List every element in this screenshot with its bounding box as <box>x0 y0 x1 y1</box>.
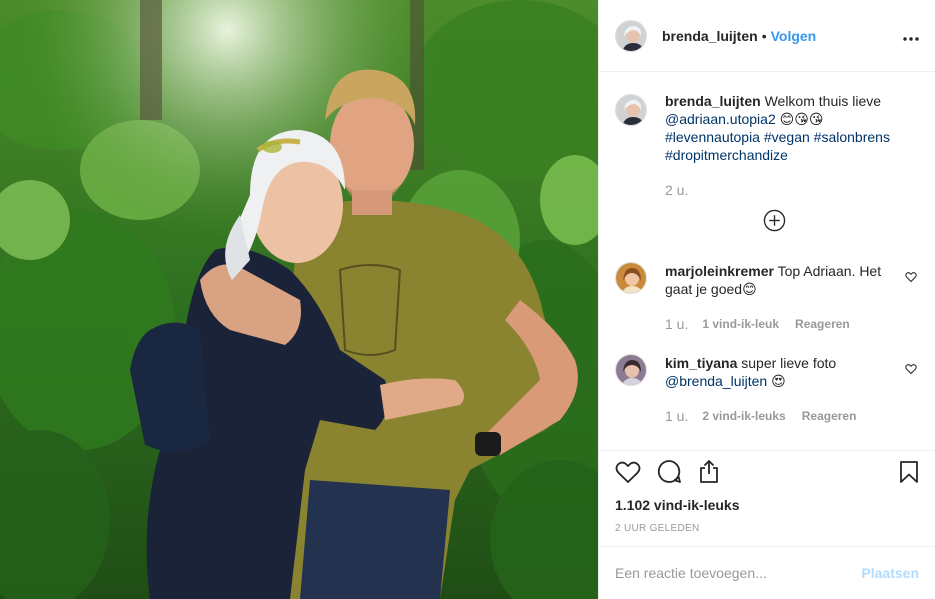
avatar[interactable] <box>615 19 647 52</box>
comment-text: kim_tiyana super lieve foto @brenda_luij… <box>665 354 895 390</box>
post-comment-button[interactable]: Plaatsen <box>861 565 919 581</box>
avatar-image <box>616 20 646 51</box>
comment-item: marjoleinkremer Top Adriaan. Het gaat je… <box>615 262 919 298</box>
comment-meta: 1 u. 2 vind-ik-leuks Reageren <box>665 408 872 425</box>
action-icons <box>615 451 919 497</box>
caption-emoji: 😊😘😘 <box>779 111 824 127</box>
comment-body: super lieve foto <box>741 355 837 371</box>
caption-body: Welkom thuis lieve <box>764 93 882 109</box>
comment-avatar[interactable] <box>615 262 647 294</box>
caption-time[interactable]: 2 u. <box>665 182 688 198</box>
comment-text: marjoleinkremer Top Adriaan. Het gaat je… <box>665 262 895 298</box>
comment-icon[interactable] <box>657 459 682 489</box>
likes-count[interactable]: 1.102 vind-ik-leuks <box>615 497 919 513</box>
comment-time[interactable]: 1 u. <box>665 316 688 333</box>
comment-time[interactable]: 1 u. <box>665 408 688 425</box>
more-options-glyph <box>903 37 919 41</box>
bookmark-glyph <box>900 460 918 483</box>
header-username[interactable]: brenda_luijten <box>662 28 758 44</box>
share-icon[interactable] <box>698 459 720 489</box>
post-photo[interactable] <box>0 0 598 599</box>
reply-button[interactable]: Reageren <box>802 408 857 425</box>
post-header: brenda_luijten • Volgen <box>599 0 935 72</box>
caption-hashtag[interactable]: #dropitmerchandize <box>665 147 788 163</box>
caption: brenda_luijten Welkom thuis lieve @adria… <box>615 92 919 164</box>
heart-icon[interactable] <box>615 460 641 489</box>
post-photo-image <box>0 0 598 599</box>
reply-button[interactable]: Reageren <box>795 316 850 333</box>
caption-hashtags[interactable]: #levennautopia #vegan #salonbrens <box>665 129 890 145</box>
header-separator: • <box>761 27 767 44</box>
instagram-post: brenda_luijten • Volgen brenda_luijten W… <box>0 0 935 599</box>
comments-list[interactable]: brenda_luijten Welkom thuis lieve @adria… <box>599 72 935 450</box>
post-timestamp[interactable]: 2 UUR GELEDEN <box>615 523 919 534</box>
post-actions: 1.102 vind-ik-leuks 2 UUR GELEDEN <box>599 450 935 534</box>
comment-meta: 1 u. 1 vind-ik-leuk Reageren <box>665 316 866 333</box>
follow-button[interactable]: Volgen <box>771 28 817 44</box>
comment-username[interactable]: marjoleinkremer <box>665 263 774 279</box>
post-side-panel: brenda_luijten • Volgen brenda_luijten W… <box>598 0 935 599</box>
comment-mention[interactable]: @brenda_luijten <box>665 373 767 389</box>
add-comment-bar: Een reactie toevoegen... Plaatsen <box>599 546 935 599</box>
comment-likes[interactable]: 1 vind-ik-leuk <box>702 316 779 333</box>
heart-glyph <box>615 461 641 483</box>
avatar-image <box>616 263 646 293</box>
heart-glyph <box>905 272 917 283</box>
comment-item: kim_tiyana super lieve foto @brenda_luij… <box>615 354 919 390</box>
comment-input[interactable]: Een reactie toevoegen... <box>615 565 767 581</box>
heart-icon[interactable] <box>905 362 917 380</box>
heart-glyph <box>905 364 917 375</box>
comment-username[interactable]: kim_tiyana <box>665 355 737 371</box>
comment-avatar[interactable] <box>615 354 647 386</box>
plus-circle-glyph <box>763 209 786 232</box>
more-options-icon[interactable] <box>903 25 919 46</box>
comment-emoji: 😍 <box>771 373 786 389</box>
comment-glyph <box>657 460 681 483</box>
plus-circle-icon[interactable] <box>763 209 786 232</box>
comment-likes[interactable]: 2 vind-ik-leuks <box>702 408 785 425</box>
caption-text: brenda_luijten Welkom thuis lieve @adria… <box>665 92 905 164</box>
caption-avatar[interactable] <box>615 94 647 126</box>
avatar-image <box>616 355 646 385</box>
heart-icon[interactable] <box>905 270 917 288</box>
caption-username[interactable]: brenda_luijten <box>665 93 761 109</box>
share-glyph <box>700 460 718 483</box>
bookmark-icon[interactable] <box>899 460 919 489</box>
caption-mention[interactable]: @adriaan.utopia2 <box>665 111 776 127</box>
avatar-image <box>616 95 646 125</box>
